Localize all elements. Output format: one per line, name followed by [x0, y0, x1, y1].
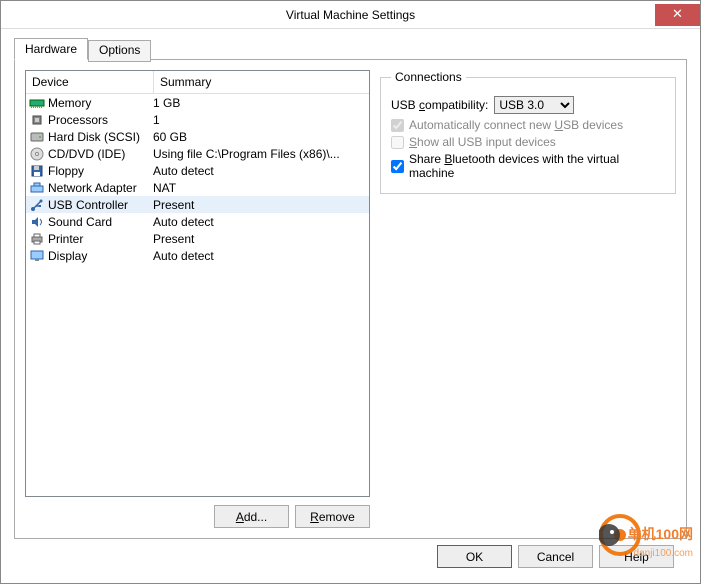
printer-icon — [29, 231, 45, 247]
remove-button[interactable]: Remove — [295, 505, 370, 528]
device-name: Hard Disk (SCSI) — [48, 130, 153, 144]
device-row[interactable]: DisplayAuto detect — [26, 247, 369, 264]
device-name: Memory — [48, 96, 153, 110]
device-name: CD/DVD (IDE) — [48, 147, 153, 161]
show-all-label: Show all USB input devices — [409, 135, 556, 149]
usb-compat-label: USB compatibility: — [391, 98, 488, 112]
device-name: Sound Card — [48, 215, 153, 229]
device-row[interactable]: Network AdapterNAT — [26, 179, 369, 196]
device-summary: Auto detect — [153, 215, 366, 229]
device-name: Network Adapter — [48, 181, 153, 195]
net-icon — [29, 180, 45, 196]
column-header-device[interactable]: Device — [26, 71, 154, 94]
help-button[interactable]: Help — [599, 545, 674, 568]
device-name: USB Controller — [48, 198, 153, 212]
device-row[interactable]: Sound CardAuto detect — [26, 213, 369, 230]
memory-icon — [29, 95, 45, 111]
window-title: Virtual Machine Settings — [1, 8, 700, 22]
device-summary: Using file C:\Program Files (x86)\... — [153, 147, 366, 161]
device-row[interactable]: Processors1 — [26, 111, 369, 128]
cd-icon — [29, 146, 45, 162]
device-summary: Auto detect — [153, 249, 366, 263]
device-row[interactable]: Hard Disk (SCSI)60 GB — [26, 128, 369, 145]
tab-options[interactable]: Options — [88, 40, 151, 62]
cpu-icon — [29, 112, 45, 128]
device-summary: 1 GB — [153, 96, 366, 110]
column-header-summary[interactable]: Summary — [154, 71, 369, 94]
device-row[interactable]: USB ControllerPresent — [26, 196, 369, 213]
device-name: Display — [48, 249, 153, 263]
device-summary: NAT — [153, 181, 366, 195]
device-row[interactable]: PrinterPresent — [26, 230, 369, 247]
device-list[interactable]: Device Summary Memory1 GBProcessors1Hard… — [25, 70, 370, 497]
connections-group: Connections USB compatibility: USB 3.0 A… — [380, 70, 676, 194]
hdd-icon — [29, 129, 45, 145]
usb-icon — [29, 197, 45, 213]
device-row[interactable]: Memory1 GB — [26, 94, 369, 111]
device-name: Printer — [48, 232, 153, 246]
sound-icon — [29, 214, 45, 230]
device-summary: Present — [153, 198, 366, 212]
display-icon — [29, 248, 45, 264]
show-all-checkbox — [391, 136, 404, 149]
device-summary: Auto detect — [153, 164, 366, 178]
device-summary: 60 GB — [153, 130, 366, 144]
device-row[interactable]: FloppyAuto detect — [26, 162, 369, 179]
tab-hardware[interactable]: Hardware — [14, 38, 88, 60]
device-name: Floppy — [48, 164, 153, 178]
device-summary: Present — [153, 232, 366, 246]
share-bluetooth-checkbox[interactable] — [391, 160, 404, 173]
share-bluetooth-label: Share Bluetooth devices with the virtual… — [409, 152, 665, 180]
device-summary: 1 — [153, 113, 366, 127]
usb-compat-select[interactable]: USB 3.0 — [494, 96, 574, 114]
auto-connect-checkbox — [391, 119, 404, 132]
connections-legend: Connections — [391, 70, 466, 84]
ok-button[interactable]: OK — [437, 545, 512, 568]
add-button[interactable]: Add... — [214, 505, 289, 528]
device-row[interactable]: CD/DVD (IDE)Using file C:\Program Files … — [26, 145, 369, 162]
cancel-button[interactable]: Cancel — [518, 545, 593, 568]
floppy-icon — [29, 163, 45, 179]
device-name: Processors — [48, 113, 153, 127]
auto-connect-label: Automatically connect new USB devices — [409, 118, 623, 132]
